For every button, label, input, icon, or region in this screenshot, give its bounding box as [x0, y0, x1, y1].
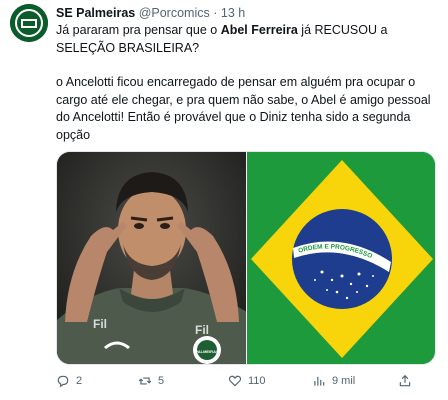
- reply-icon: [57, 375, 69, 388]
- palmeiras-logo-icon: [10, 4, 48, 42]
- views-count: 9 mil: [332, 375, 356, 387]
- jacket-sponsor-text: Fil: [195, 323, 209, 337]
- reply-button[interactable]: 2: [56, 374, 82, 388]
- tweet-media[interactable]: Fil Fil PALMEIRAS ORDEM E PROGRESSO: [56, 151, 436, 365]
- views-button[interactable]: 9 mil: [312, 374, 355, 388]
- brazil-flag-image[interactable]: ORDEM E PROGRESSO: [246, 152, 435, 364]
- repost-button[interactable]: 5: [138, 374, 164, 388]
- timestamp[interactable]: 13 h: [221, 6, 245, 20]
- separator-dot: ·: [213, 6, 218, 20]
- tweet-header: SE Palmeiras @Porcomics · 13 h: [56, 5, 245, 21]
- tweet-paragraph-1: Já pararam pra pensar que o Abel Ferreir…: [56, 22, 436, 57]
- account-name[interactable]: SE Palmeiras: [56, 6, 135, 20]
- coach-photo[interactable]: Fil Fil PALMEIRAS: [57, 152, 246, 364]
- heart-icon: [228, 375, 242, 387]
- reply-count: 2: [76, 375, 83, 387]
- views-chart-icon: [314, 376, 325, 386]
- account-handle[interactable]: @Porcomics: [139, 6, 210, 20]
- coach-photo-image: Fil Fil PALMEIRAS: [57, 152, 246, 364]
- club-badge-text: PALMEIRAS: [195, 349, 219, 354]
- repost-icon: [138, 377, 152, 385]
- tweet-actions: 2 5 110 9 mil: [56, 374, 436, 392]
- like-count: 110: [248, 375, 266, 387]
- jacket-sponsor-text: Fil: [93, 317, 107, 331]
- repost-count: 5: [158, 375, 165, 387]
- brazil-flag-icon: ORDEM E PROGRESSO: [247, 152, 435, 364]
- like-button[interactable]: 110: [228, 374, 266, 388]
- share-button[interactable]: [398, 374, 412, 388]
- tweet-text-part: Já pararam pra pensar que o: [56, 23, 221, 37]
- tweet-paragraph-2: o Ancelotti ficou encarregado de pensar …: [56, 75, 431, 142]
- share-icon: [399, 374, 411, 387]
- avatar[interactable]: [10, 4, 48, 42]
- tweet-text-bold: Abel Ferreira: [220, 23, 298, 37]
